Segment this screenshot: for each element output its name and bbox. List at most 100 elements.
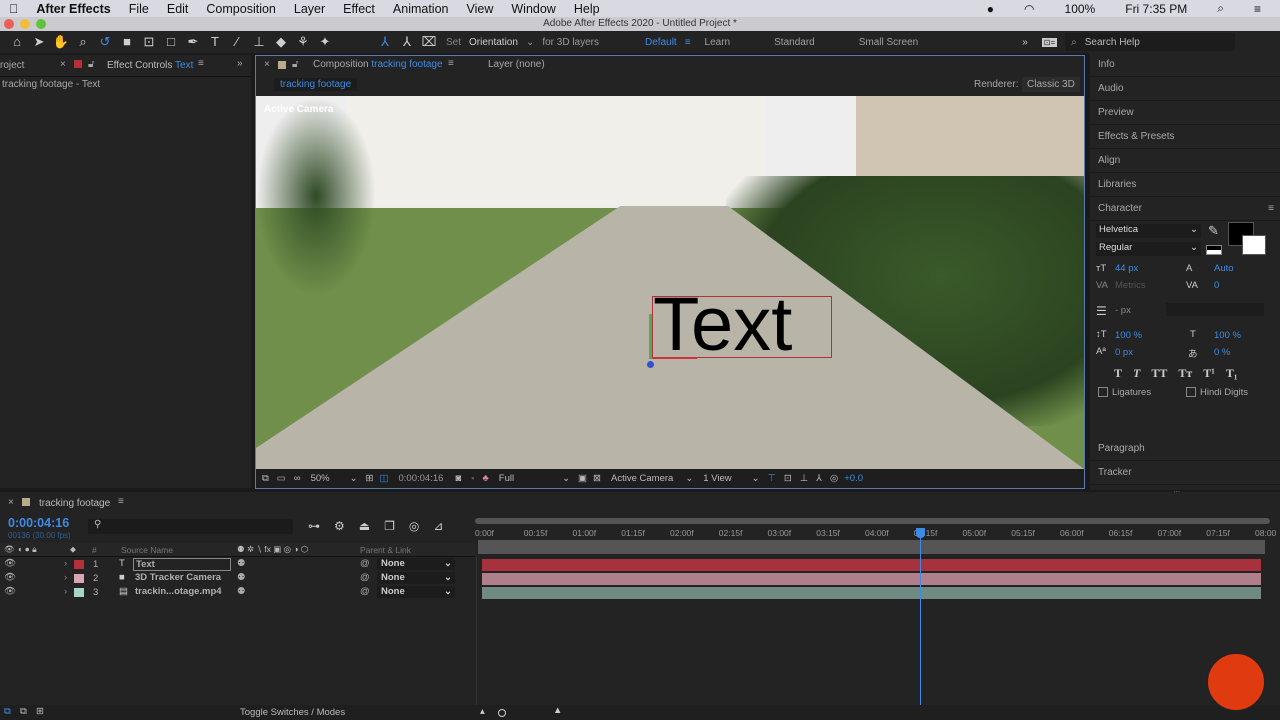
layer-duration-bar[interactable] (482, 587, 1261, 599)
region-of-interest-icon[interactable]: ▣ (578, 473, 587, 484)
home-icon[interactable]: ⌂ (8, 34, 26, 50)
show-snapshot-icon[interactable]: ▪ (471, 473, 474, 484)
tab-layer[interactable]: Layer (none) (488, 59, 545, 70)
menu-edit[interactable]: Edit (167, 2, 189, 16)
channel-icon[interactable]: ♣ (483, 473, 489, 484)
chevron-down-icon[interactable]: ⌄ (685, 473, 693, 484)
toggle-transparency-icon[interactable]: ⊠ (593, 473, 601, 484)
stroke-width-value[interactable]: - px (1115, 305, 1131, 316)
tab-timeline-comp[interactable]: tracking footage (39, 498, 110, 509)
tab-effect-controls[interactable]: Effect Controls Text (107, 60, 193, 71)
layer-name[interactable]: Text (133, 558, 231, 571)
panel-effects-presets[interactable]: Effects & Presets (1090, 125, 1280, 149)
panel-menu-icon[interactable]: ≡ (448, 58, 454, 69)
zoom-window-button[interactable] (36, 19, 46, 29)
panel-menu-icon[interactable]: ≡ (1268, 197, 1274, 221)
swap-colors-icon[interactable] (1206, 245, 1222, 255)
workspace-learn[interactable]: Learn (705, 37, 731, 48)
baseline-shift-value[interactable]: 0 px (1115, 347, 1133, 358)
close-window-button[interactable] (4, 19, 14, 29)
font-style-dropdown[interactable]: Regular ⌄ (1096, 242, 1201, 256)
menu-effect[interactable]: Effect (343, 2, 375, 16)
panel-info[interactable]: Info (1090, 53, 1280, 77)
font-size-value[interactable]: 44 px (1115, 263, 1138, 274)
pan-behind-icon[interactable]: ⊡ (140, 34, 158, 50)
source-name-header[interactable]: Source Name (121, 545, 173, 555)
menu-file[interactable]: File (129, 2, 149, 16)
text-layer[interactable]: Text (653, 285, 792, 365)
menu-help[interactable]: Help (574, 2, 600, 16)
panel-align[interactable]: Align (1090, 149, 1280, 173)
lock-icon[interactable]: 🔓︎ (292, 59, 298, 70)
layer-row[interactable]: 👁︎ › 1 T Text ⚉ @ None ⌄ (0, 558, 475, 571)
transparency-grid-icon[interactable]: ◫ (380, 473, 389, 484)
modes-toggle-icon[interactable]: ⧉ (20, 706, 27, 717)
eraser-icon[interactable]: ◆ (272, 34, 290, 50)
tab-project[interactable]: roject (0, 60, 24, 71)
expand-chevron-icon[interactable]: › (64, 558, 67, 569)
camera-view-dropdown[interactable]: Active Camera (611, 473, 673, 484)
chevron-down-icon[interactable]: ⌄ (562, 473, 570, 484)
flowchart-icon[interactable]: ⅄ (816, 473, 822, 484)
composition-viewer[interactable]: Active Camera Text (256, 96, 1084, 469)
tsume-value[interactable]: 0 % (1214, 347, 1230, 358)
layer-search-input[interactable]: ⚲ (88, 519, 293, 534)
pick-whip-icon[interactable]: @ (360, 572, 370, 583)
chevron-down-icon[interactable]: ⌄ (350, 473, 358, 484)
layer-label-color[interactable] (74, 588, 84, 597)
more-tabs-icon[interactable]: » (237, 58, 243, 69)
world-axis-icon[interactable]: ⅄ (398, 34, 416, 50)
faux-italic-icon[interactable]: T (1133, 366, 1140, 381)
toggle-switches-modes-button[interactable]: Toggle Switches / Modes (240, 707, 345, 718)
parent-dropdown[interactable]: None ⌄ (377, 558, 455, 570)
all-caps-icon[interactable]: TT (1151, 366, 1167, 381)
chevron-down-icon[interactable]: ⌄ (752, 473, 760, 484)
work-area-bar[interactable] (478, 540, 1265, 554)
stretch-toggle-icon[interactable]: ⊞ (36, 706, 44, 717)
close-icon[interactable]: × (60, 59, 66, 70)
wifi-icon[interactable]: ◠ (1024, 2, 1034, 16)
expand-chevron-icon[interactable]: › (64, 586, 67, 597)
view-layout-dropdown[interactable]: 1 View (703, 473, 731, 484)
search-help-input[interactable]: Search Help (1085, 37, 1140, 48)
spotlight-icon[interactable]: ⌕ (1217, 1, 1224, 16)
vertical-scale-value[interactable]: 100 % (1115, 330, 1142, 341)
eyedropper-icon[interactable]: ✎ (1208, 223, 1219, 239)
parent-dropdown[interactable]: None ⌄ (377, 586, 455, 598)
notification-icon[interactable]: ≡ (1254, 2, 1261, 16)
camera-tool-icon[interactable]: ■ (118, 34, 136, 50)
shy-layers-icon[interactable]: ⏏ (359, 519, 370, 533)
playhead-handle[interactable] (916, 528, 925, 538)
menu-layer[interactable]: Layer (294, 2, 325, 16)
resolution-dropdown[interactable]: Full (499, 473, 514, 484)
layer-row[interactable]: 👁︎ › 3 ▤ trackin...otage.mp4 ⚉ @ None ⌄ (0, 586, 475, 599)
horizontal-scale-value[interactable]: 100 % (1214, 330, 1241, 341)
battery-percent[interactable]: 100% (1065, 2, 1096, 16)
menu-view[interactable]: View (467, 2, 494, 16)
shy-switch-icon[interactable]: ⚉ (237, 558, 246, 569)
brush-tool-icon[interactable]: ⁄ (228, 34, 246, 50)
chevron-down-icon[interactable]: ⌄ (526, 37, 534, 48)
reset-exposure-icon[interactable]: ◎ (830, 473, 838, 484)
layer-name[interactable]: 3D Tracker Camera (133, 572, 231, 583)
panel-menu-icon[interactable]: ≡ (198, 58, 204, 69)
stroke-color-swatch[interactable] (1242, 235, 1266, 255)
grid-icon[interactable]: ⊞ (366, 473, 374, 484)
menu-animation[interactable]: Animation (393, 2, 449, 16)
expand-chevron-icon[interactable]: › (64, 572, 67, 583)
layer-switches-toggle-icon[interactable]: ⧉ (4, 706, 11, 717)
rectangle-tool-icon[interactable]: □ (162, 34, 180, 50)
motion-blur-icon[interactable]: ◎ (409, 519, 419, 533)
draft-3d-icon[interactable]: ⊤ (768, 473, 776, 484)
lock-icon[interactable]: 🔓︎ (88, 59, 94, 70)
fast-preview-icon[interactable]: ⊡ (784, 473, 792, 484)
layer-label-color[interactable] (74, 574, 84, 583)
subscript-icon[interactable]: T₁ (1226, 366, 1238, 381)
type-tool-icon[interactable]: T (206, 34, 224, 50)
clock[interactable]: Fri 7:35 PM (1125, 2, 1187, 16)
font-family-dropdown[interactable]: Helvetica ⌄ (1096, 224, 1201, 238)
puppet-pin-icon[interactable]: ✦ (316, 34, 334, 50)
layer-name[interactable]: trackin...otage.mp4 (133, 586, 231, 597)
mask-visibility-icon[interactable]: ∞ (294, 473, 301, 484)
exposure-value[interactable]: +0.0 (844, 473, 863, 484)
